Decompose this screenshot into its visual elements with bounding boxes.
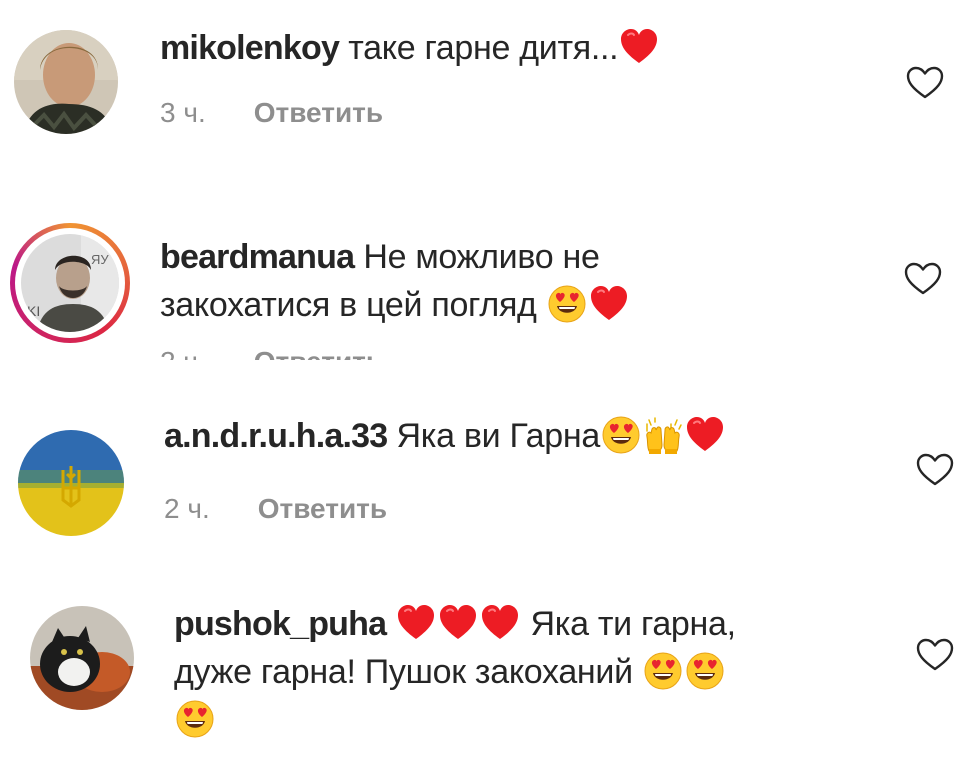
- raising-hands-emoji: [643, 415, 683, 455]
- comment-body: Яка ви Гарна: [396, 417, 601, 455]
- timestamp: 2 ч.: [160, 346, 206, 360]
- comment-body-line2: закохатися в цей погляд: [160, 286, 537, 324]
- comment-body-line2: дуже гарна! Пушок закоханий: [174, 653, 633, 691]
- reply-button[interactable]: Ответить: [254, 346, 383, 360]
- username[interactable]: mikolenkoy: [160, 29, 340, 67]
- heart-eyes-emoji: [547, 284, 587, 324]
- red-heart-emoji: [685, 415, 725, 455]
- red-heart-emoji: [480, 603, 520, 643]
- comment-meta-clipped: 2 ч. Ответить: [160, 346, 460, 360]
- red-heart-emoji: [619, 27, 659, 67]
- comment-text: beardmanua Не можливо не закохатися в це…: [160, 233, 880, 329]
- comment-item: mikolenkoy таке гарне дитя... 3 ч. Ответи…: [0, 0, 960, 190]
- reply-button[interactable]: Ответить: [254, 97, 383, 128]
- comment-text: a.n.d.r.u.h.a.33 Яка ви Гарна: [164, 412, 884, 460]
- comment-body: таке гарне дитя...: [348, 29, 619, 67]
- comments-list: mikolenkoy таке гарне дитя... 3 ч. Ответи…: [0, 0, 960, 768]
- username[interactable]: beardmanua: [160, 238, 355, 276]
- comment-item: a.n.d.r.u.h.a.33 Яка ви Гарна 2 ч. Ответи…: [0, 390, 960, 590]
- comment-text: pushok_puha Яка ти гарна, дуже гарна! Пу…: [174, 600, 894, 744]
- heart-outline-icon[interactable]: [916, 638, 954, 672]
- red-heart-emoji: [438, 603, 478, 643]
- avatar[interactable]: ЯУ KI: [21, 234, 119, 332]
- heart-eyes-emoji: [685, 651, 725, 691]
- reply-button[interactable]: Ответить: [258, 493, 387, 524]
- heart-outline-icon[interactable]: [916, 453, 954, 487]
- avatar[interactable]: [30, 606, 134, 710]
- timestamp: 2 ч.: [164, 493, 210, 524]
- comment-meta: 3 ч. Ответить: [160, 97, 383, 129]
- red-heart-emoji: [396, 603, 436, 643]
- heart-eyes-emoji: [643, 651, 683, 691]
- red-heart-emoji: [589, 284, 629, 324]
- heart-eyes-emoji: [601, 415, 641, 455]
- avatar[interactable]: [18, 430, 124, 536]
- comment-meta: 2 ч. Ответить: [164, 493, 387, 525]
- comment-body-line1: Не можливо не: [363, 238, 600, 276]
- comment-text: mikolenkoy таке гарне дитя...: [160, 24, 860, 72]
- heart-outline-icon[interactable]: [904, 262, 942, 296]
- timestamp: 3 ч.: [160, 97, 206, 128]
- story-ring[interactable]: ЯУ KI: [10, 223, 130, 343]
- username[interactable]: a.n.d.r.u.h.a.33: [164, 417, 388, 455]
- heart-outline-icon[interactable]: [906, 66, 944, 100]
- svg-text:ЯУ: ЯУ: [91, 252, 109, 267]
- comment-item: ЯУ KI beardmanua Не можливо не закохатис…: [0, 190, 960, 390]
- avatar[interactable]: [14, 30, 118, 134]
- comment-item: pushok_puha Яка ти гарна, дуже гарна! Пу…: [0, 590, 960, 768]
- heart-eyes-emoji: [175, 699, 215, 739]
- username[interactable]: pushok_puha: [174, 605, 387, 643]
- comment-body-line1: Яка ти гарна,: [530, 605, 737, 643]
